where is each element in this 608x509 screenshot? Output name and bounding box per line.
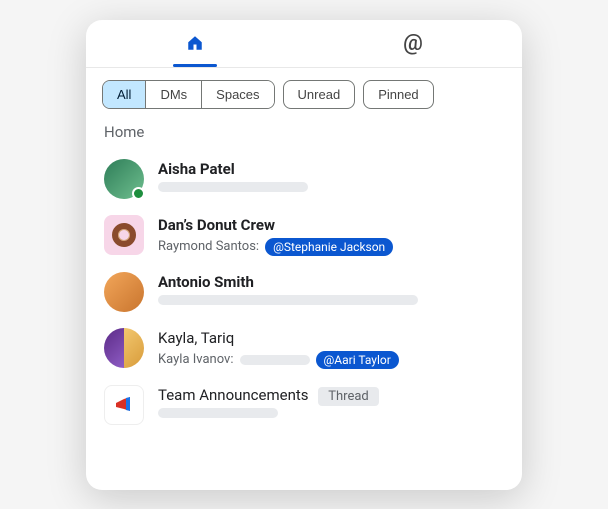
conversation-name: Dan’s Donut Crew — [158, 216, 504, 234]
section-title: Home — [86, 117, 522, 151]
avatar — [104, 272, 144, 312]
preview-placeholder — [158, 295, 418, 305]
megaphone-icon — [112, 393, 136, 417]
mention-chip[interactable]: @Aari Taylor — [316, 351, 399, 369]
preview-placeholder — [158, 182, 308, 192]
filter-all[interactable]: All — [103, 81, 146, 108]
home-icon — [185, 34, 205, 52]
donut-icon — [112, 223, 136, 247]
filter-unread[interactable]: Unread — [283, 80, 356, 109]
filter-spaces[interactable]: Spaces — [202, 81, 273, 108]
avatar — [104, 215, 144, 255]
conversation-list: Aisha Patel Dan’s Donut Crew Raymond San… — [86, 151, 522, 433]
sender-name: Raymond Santos: — [158, 239, 259, 254]
tab-home[interactable] — [86, 20, 304, 67]
conversation-name: Aisha Patel — [158, 160, 504, 178]
top-nav: @ — [86, 20, 522, 68]
at-icon: @ — [403, 31, 423, 56]
sender-name: Kayla Ivanov: — [158, 352, 234, 367]
filter-pinned[interactable]: Pinned — [363, 80, 433, 109]
conversation-name: Antonio Smith — [158, 273, 504, 291]
conversation-name: Kayla, Tariq — [158, 329, 504, 347]
preview-placeholder — [158, 408, 278, 418]
avatar — [104, 328, 144, 368]
mention-chip[interactable]: @Stephanie Jackson — [265, 238, 393, 256]
presence-indicator — [132, 187, 145, 200]
filter-bar: All DMs Spaces Unread Pinned — [86, 68, 522, 117]
list-item[interactable]: Aisha Patel — [94, 151, 514, 207]
avatar — [104, 385, 144, 425]
avatar — [104, 159, 144, 199]
chat-panel: @ All DMs Spaces Unread Pinned Home Aish… — [86, 20, 522, 490]
filter-dms[interactable]: DMs — [146, 81, 202, 108]
tab-mentions[interactable]: @ — [304, 20, 522, 67]
preview-placeholder — [240, 355, 310, 365]
thread-badge: Thread — [318, 387, 379, 406]
filter-segmented: All DMs Spaces — [102, 80, 275, 109]
conversation-name: Team Announcements Thread — [158, 386, 504, 404]
list-item[interactable]: Team Announcements Thread — [94, 377, 514, 433]
list-item[interactable]: Kayla, Tariq Kayla Ivanov: @Aari Taylor — [94, 320, 514, 377]
list-item[interactable]: Dan’s Donut Crew Raymond Santos: @Stepha… — [94, 207, 514, 264]
list-item[interactable]: Antonio Smith — [94, 264, 514, 320]
